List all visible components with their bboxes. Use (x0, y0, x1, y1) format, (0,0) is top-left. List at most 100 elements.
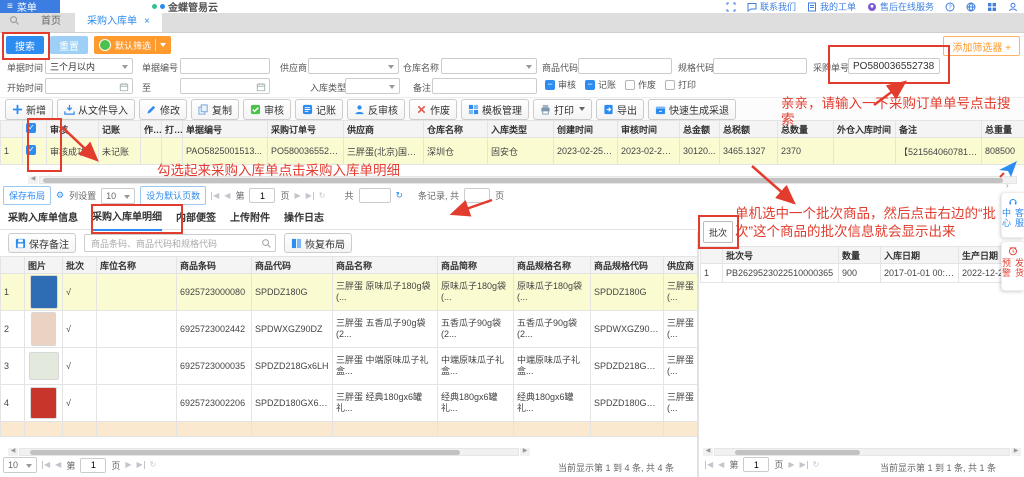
col-batch-no[interactable]: 批次号 (723, 247, 839, 264)
batch-button[interactable]: 批次 (703, 221, 733, 243)
shipping-alert-widget[interactable]: 发货预警 (1001, 241, 1024, 291)
checkbox-print[interactable]: 打印 (665, 78, 696, 91)
first-page-icon[interactable]: ◀ (211, 192, 219, 200)
unaudit-button[interactable]: 反审核 (347, 99, 405, 120)
end-time-input[interactable] (180, 78, 270, 94)
scrollbar-thumb[interactable] (735, 450, 860, 455)
search-button[interactable]: 搜索 (6, 36, 44, 54)
checkbox-icon[interactable] (585, 80, 595, 90)
col-void[interactable]: 作废 (141, 121, 162, 138)
save-remark-button[interactable]: 保存备注 (8, 233, 76, 253)
service-center-widget[interactable]: 客服中心 (1001, 192, 1024, 238)
select-all-checkbox[interactable] (26, 123, 36, 133)
col-book[interactable]: 记账 (99, 121, 141, 138)
book-button[interactable]: 记账 (295, 99, 343, 120)
calendar-icon[interactable] (256, 82, 266, 94)
col-select[interactable] (23, 121, 47, 138)
export-button[interactable]: 导出 (596, 99, 644, 120)
page-input[interactable] (249, 188, 275, 203)
tab-search-icon[interactable] (9, 15, 20, 28)
print-button[interactable]: 打印 (533, 99, 592, 120)
first-page-icon[interactable]: ◀ (705, 461, 713, 469)
set-default-pages-button[interactable]: 设为默认页数 (140, 186, 206, 205)
col-qty[interactable]: 总数量 (778, 121, 834, 138)
scrollbar-thumb[interactable] (43, 178, 1003, 183)
checkbox-icon[interactable] (665, 80, 675, 90)
collapse-handle[interactable]: › (1006, 181, 1009, 190)
col-qty[interactable]: 数量 (839, 247, 881, 264)
prev-page-icon[interactable]: ◀ (55, 461, 61, 469)
scroll-left-button[interactable]: ◀ (8, 448, 18, 456)
scroll-left-button[interactable]: ◀ (28, 176, 38, 184)
void-button[interactable]: 作废 (409, 99, 457, 120)
refresh-icon[interactable]: ↻ (319, 192, 326, 200)
col-name[interactable]: 商品名称 (333, 257, 438, 274)
col-print[interactable]: 打印 (162, 121, 183, 138)
scrollbar-thumb[interactable] (30, 450, 460, 455)
start-time-input[interactable] (45, 78, 133, 94)
panel-divider[interactable] (697, 232, 699, 477)
doc-time-select[interactable]: 三个月以内 (45, 58, 133, 74)
reset-button[interactable]: 重置 (50, 36, 88, 54)
col-supplier[interactable]: 供应商 (664, 257, 698, 274)
cell-select[interactable] (23, 138, 47, 165)
chevron-down-icon[interactable] (160, 43, 166, 47)
apps-grid-icon[interactable] (987, 2, 997, 12)
po-number-input[interactable] (848, 58, 940, 74)
col-audited[interactable]: 审核时间 (618, 121, 680, 138)
checkbox-icon[interactable] (545, 80, 555, 90)
total-records-input[interactable] (359, 188, 391, 203)
detail-row[interactable]: 4 √ 6925723002206 SPDZD180GX6LH 三胖蛋 经典18… (1, 385, 698, 422)
help-icon[interactable]: ? (945, 2, 955, 12)
column-settings-label[interactable]: 列设置 (69, 189, 96, 202)
order-row[interactable]: 1 审核成功 未记账 PAO5825001513... PO5800365527… (1, 138, 1024, 165)
page-size-select[interactable]: 10 (3, 457, 37, 473)
detail-row[interactable]: 3 √ 6925723000035 SPDZD218Gx6LH 三胖蛋 中端原味… (1, 348, 698, 385)
col-created[interactable]: 创建时间 (554, 121, 618, 138)
save-layout-button[interactable]: 保存布局 (3, 186, 51, 205)
col-ext-time[interactable]: 外仓入库时间 (834, 121, 896, 138)
refresh-icon[interactable]: ↻ (150, 461, 157, 469)
checkbox-audit[interactable]: 审核 (545, 78, 576, 91)
col-inbound-type[interactable]: 入库类型 (488, 121, 554, 138)
audit-button[interactable]: 审核 (243, 99, 291, 120)
col-spec-name[interactable]: 商品规格名称 (514, 257, 591, 274)
col-weight[interactable]: 总重量 (982, 121, 1024, 138)
scroll-left-button[interactable]: ◀ (703, 448, 713, 456)
orders-hscrollbar[interactable] (39, 176, 1017, 184)
fullscreen-icon[interactable] (726, 2, 736, 12)
batch-hscrollbar[interactable] (714, 448, 1010, 456)
col-inbound-date[interactable]: 入库日期 (881, 247, 959, 264)
detail-row[interactable]: 2 √ 6925723002442 SPDWXGZ90DZ 三胖蛋 五香瓜子90… (1, 311, 698, 348)
default-filter-button[interactable]: 默认筛选 (94, 36, 171, 54)
next-page-icon[interactable]: ▶ (125, 461, 131, 469)
spec-code-input[interactable] (713, 58, 807, 74)
doc-no-input[interactable] (180, 58, 270, 74)
refresh-icon[interactable]: ↻ (813, 461, 820, 469)
edit-button[interactable]: 修改 (139, 99, 187, 120)
checkbox-void[interactable]: 作废 (625, 78, 656, 91)
last-page-icon[interactable]: ▶ (306, 192, 314, 200)
col-warehouse[interactable]: 仓库名称 (424, 121, 488, 138)
search-icon[interactable] (261, 238, 272, 251)
detail-row[interactable]: 1 √ 6925723000080 SPDDZ180G 三胖蛋 原味瓜子180g… (1, 274, 698, 311)
template-manage-button[interactable]: 模板管理 (461, 99, 529, 120)
detail-search-box[interactable] (84, 234, 276, 252)
col-doc-no[interactable]: 单据编号 (183, 121, 268, 138)
page-size-select[interactable]: 10 (101, 188, 135, 204)
quick-generate-return-button[interactable]: 快速生成采退 (648, 99, 736, 120)
supplier-select[interactable] (308, 58, 399, 74)
col-supplier[interactable]: 供应商 (344, 121, 424, 138)
col-spec-code[interactable]: 商品规格代码 (591, 257, 664, 274)
col-amount[interactable]: 总金额 (680, 121, 720, 138)
calendar-icon[interactable] (119, 82, 129, 94)
globe-icon[interactable] (966, 2, 976, 12)
prev-page-icon[interactable]: ◀ (224, 192, 230, 200)
tab-order-detail[interactable]: 采购入库单明细 (92, 207, 162, 231)
scroll-right-button[interactable]: ▶ (1011, 448, 1021, 456)
checkbox-icon[interactable] (625, 80, 635, 90)
import-file-button[interactable]: 从文件导入 (57, 99, 135, 120)
last-page-icon[interactable]: ▶ (800, 461, 808, 469)
warehouse-select[interactable] (441, 58, 537, 74)
detail-search-input[interactable] (89, 236, 261, 252)
